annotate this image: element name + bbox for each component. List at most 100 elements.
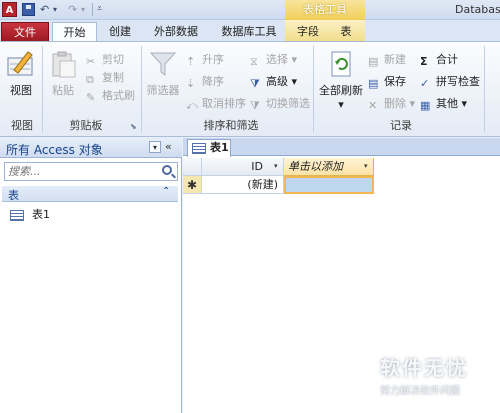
format-painter-icon: ✎ xyxy=(86,91,96,104)
copy-button[interactable]: ⧉ 复制 xyxy=(86,69,124,87)
sort-descending-icon: ⇣ xyxy=(186,77,196,90)
filter-label: 筛选器 xyxy=(146,84,180,97)
undo-icon[interactable]: ↶ xyxy=(40,2,49,17)
group-separator xyxy=(42,46,43,132)
chevron-up-icon: ⌃ xyxy=(162,186,171,197)
window-title: Databas xyxy=(455,3,500,16)
tab-create[interactable]: 创建 xyxy=(105,22,135,41)
format-painter-button[interactable]: ✎ 格式刷 xyxy=(86,87,135,105)
new-record-button[interactable]: ▤ 新建 xyxy=(368,51,406,69)
redo-icon[interactable]: ↷ xyxy=(68,2,77,17)
view-icon xyxy=(6,50,36,78)
group-label-view: 视图 xyxy=(11,119,33,132)
more-button[interactable]: ▦ 其他 ▾ xyxy=(420,95,467,113)
copy-icon: ⧉ xyxy=(86,73,94,86)
new-record-add-cell[interactable] xyxy=(284,176,374,194)
more-label: 其他 xyxy=(436,97,458,110)
document-tab-table1[interactable]: 表1 xyxy=(187,139,231,157)
sigma-icon: Σ xyxy=(420,55,428,68)
funnel-icon xyxy=(148,50,178,78)
advanced-filter-icon: ⧩ xyxy=(250,77,260,90)
remove-sort-icon: ⤺ xyxy=(186,99,198,112)
nav-pane-header[interactable]: 所有 Access 对象 ▾ « xyxy=(0,138,182,158)
column-header-click-to-add[interactable]: 单击以添加 ▾ xyxy=(284,158,374,176)
toggle-filter-button[interactable]: ⧩ 切换筛选 xyxy=(250,95,310,113)
search-icon[interactable] xyxy=(162,165,172,175)
view-button-label: 视图 xyxy=(10,84,32,97)
group-separator xyxy=(484,46,485,132)
column-header-id[interactable]: ID ▾ xyxy=(202,158,284,176)
sort-ascending-button[interactable]: ⇡ 升序 xyxy=(186,51,224,69)
nav-search-box xyxy=(4,162,178,181)
toggle-filter-icon: ⧩ xyxy=(250,99,260,112)
nav-collapse-icon[interactable]: « xyxy=(165,140,172,153)
toggle-filter-label: 切换筛选 xyxy=(266,97,310,110)
cut-label: 剪切 xyxy=(102,53,124,66)
access-app-icon[interactable]: A xyxy=(2,2,17,17)
new-record-row-selector[interactable]: ✱ xyxy=(183,176,202,194)
nav-group-title: 表 xyxy=(8,189,19,202)
sort-descending-button[interactable]: ⇣ 降序 xyxy=(186,73,224,91)
tab-database-tools[interactable]: 数据库工具 xyxy=(215,22,283,41)
nav-item-label: 表1 xyxy=(32,208,50,221)
ribbon-tab-row: 文件 开始 创建 外部数据 数据库工具 字段 表 xyxy=(0,20,500,41)
refresh-all-button[interactable]: 全部刷新 ▾ xyxy=(316,50,366,111)
column-add-label: 单击以添加 xyxy=(288,160,343,173)
tab-file[interactable]: 文件 xyxy=(1,22,49,41)
save-icon[interactable] xyxy=(22,3,35,16)
chevron-down-icon: ▾ xyxy=(458,97,468,110)
cut-button[interactable]: ✂ 剪切 xyxy=(86,51,124,69)
group-separator xyxy=(141,46,142,132)
nav-search-input[interactable] xyxy=(5,163,160,180)
advanced-filter-button[interactable]: ⧩ 高级 ▾ xyxy=(250,73,297,91)
qat-separator xyxy=(92,3,93,16)
group-separator xyxy=(313,46,314,132)
save-record-button[interactable]: ▤ 保存 xyxy=(368,73,406,91)
new-record-id-cell[interactable]: (新建) xyxy=(202,176,284,194)
watermark: 软件无忧 努力解决软件问题 xyxy=(374,352,500,402)
view-button[interactable]: 视图 xyxy=(4,50,38,98)
advanced-label: 高级 xyxy=(266,75,288,88)
refresh-icon xyxy=(326,50,356,78)
nav-group-header-tables[interactable]: 表 ⌃ xyxy=(2,186,178,202)
new-label: 新建 xyxy=(384,53,406,66)
filter-button[interactable]: 筛选器 xyxy=(144,50,182,98)
select-all-cell[interactable] xyxy=(183,158,202,176)
totals-label: 合计 xyxy=(436,53,458,66)
tab-fields[interactable]: 字段 xyxy=(292,22,324,41)
chevron-down-icon: ▾ xyxy=(288,53,298,66)
group-label-records: 记录 xyxy=(390,119,412,132)
customize-qat-icon[interactable]: ⩡ xyxy=(97,2,102,17)
refresh-all-label: 全部刷新 xyxy=(319,84,363,97)
sort-ascending-icon: ⇡ xyxy=(186,55,196,68)
nav-item-table1[interactable]: 表1 xyxy=(10,206,50,222)
spelling-button[interactable]: ✓ 拼写检查 xyxy=(420,73,480,91)
nav-dropdown-icon[interactable]: ▾ xyxy=(149,141,161,153)
selection-button[interactable]: ⧖ 选择 ▾ xyxy=(250,51,297,69)
spelling-check-icon: ✓ xyxy=(420,77,430,90)
chevron-down-icon: ▾ xyxy=(406,97,416,110)
nav-pane-title: 所有 Access 对象 xyxy=(6,143,103,157)
tab-table[interactable]: 表 xyxy=(334,22,358,41)
navigation-pane: 所有 Access 对象 ▾ « 表 ⌃ 表1 xyxy=(0,138,182,413)
delete-icon: ✕ xyxy=(368,99,378,112)
document-tab-label: 表1 xyxy=(210,141,229,154)
remove-sort-label: 取消排序 xyxy=(202,97,246,110)
chevron-down-icon: ▾ xyxy=(288,75,298,88)
totals-button[interactable]: Σ 合计 xyxy=(420,51,458,69)
tab-external-data[interactable]: 外部数据 xyxy=(148,22,204,41)
undo-dropdown-icon[interactable]: ▾ xyxy=(53,2,57,17)
clipboard-launcher-icon[interactable]: ⬊ xyxy=(130,122,137,131)
remove-sort-button[interactable]: ⤺ 取消排序 xyxy=(186,95,246,113)
redo-dropdown-icon[interactable]: ▾ xyxy=(81,2,85,17)
paste-label: 粘贴 xyxy=(52,84,74,97)
table-icon xyxy=(192,142,206,154)
group-label-clipboard: 剪贴板 xyxy=(69,119,103,132)
chevron-down-icon[interactable]: ▾ xyxy=(274,158,278,175)
paste-button[interactable]: 粘贴 xyxy=(46,50,80,98)
delete-label: 删除 xyxy=(384,97,406,110)
save-record-icon: ▤ xyxy=(368,77,379,90)
delete-record-button[interactable]: ✕ 删除 ▾ xyxy=(368,95,415,113)
chevron-down-icon[interactable]: ▾ xyxy=(364,158,368,175)
tab-home[interactable]: 开始 xyxy=(52,22,97,41)
